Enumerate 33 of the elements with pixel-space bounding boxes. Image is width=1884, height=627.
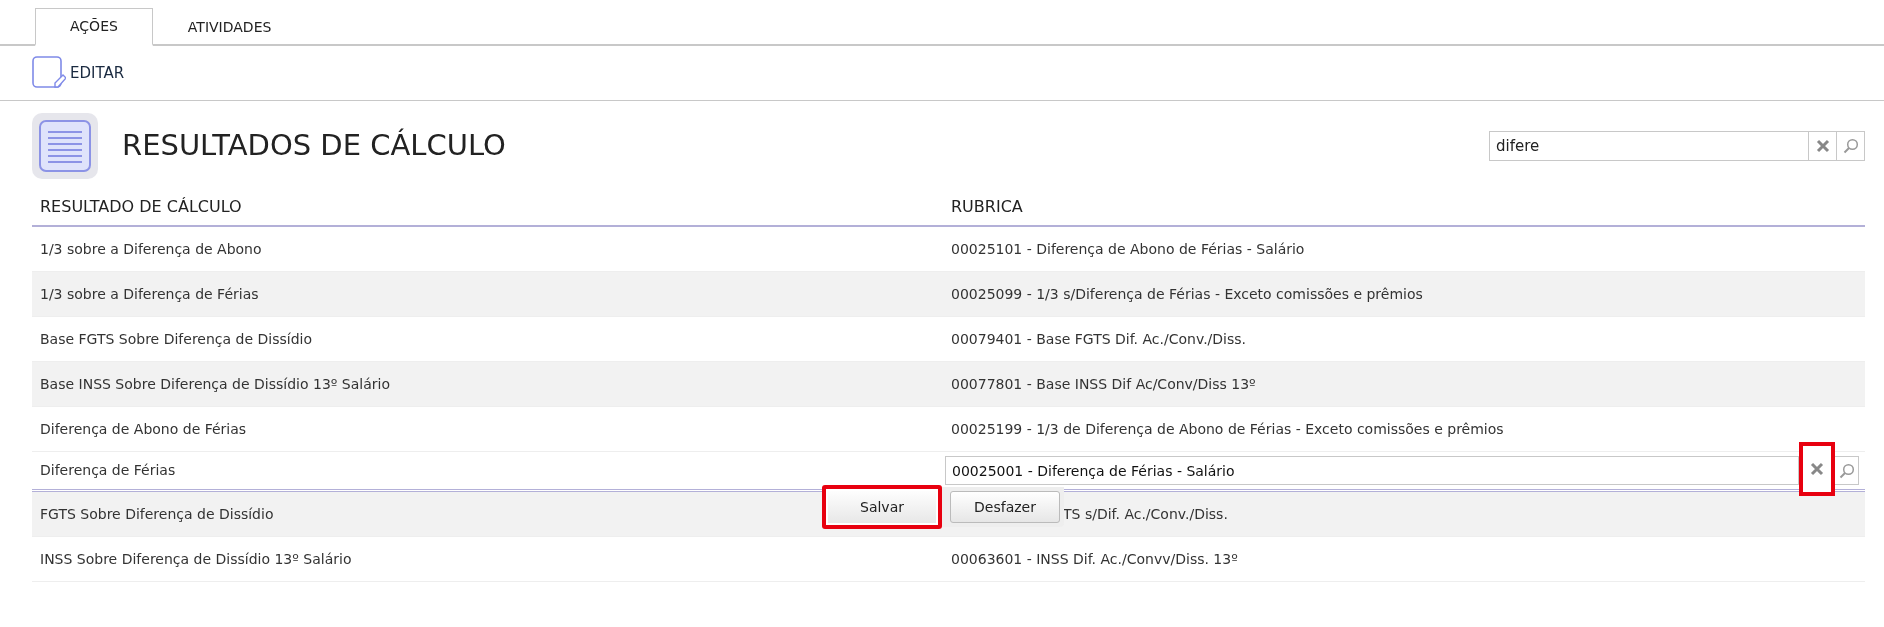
table-cell: 00025199 - 1/3 de Diferença de Abono de Férias - Exceto comissões e prêmios: [951, 420, 1504, 437]
table-cell: 00077801 - Base INSS Dif Ac/Conv/Diss 13º: [951, 375, 1256, 392]
rubrica-field[interactable]: 00025001 - Diferença de Férias - Salário: [945, 456, 1799, 485]
table-cell: FGTS Sobre Diferença de Dissídio: [40, 505, 274, 522]
table-cell: TS s/Dif. Ac./Conv./Diss.: [1063, 505, 1228, 522]
save-button[interactable]: Salvar: [822, 485, 942, 529]
tab[interactable]: AÇÕES: [35, 8, 153, 46]
undo-button[interactable]: Desfazer: [950, 491, 1060, 523]
table-cell: INSS Sobre Diferença de Dissídio 13º Salário: [40, 550, 352, 567]
clear-icon: [1815, 139, 1830, 153]
document-icon: [32, 113, 98, 179]
table-cell: 1/3 sobre a Diferença de Férias: [40, 285, 259, 302]
search-icon: [1842, 138, 1859, 154]
column-header: RUBRICA: [950, 196, 1024, 218]
table-cell: 00025101 - Diferença de Abono de Férias - Salário: [951, 240, 1305, 257]
table-cell: 00063601 - INSS Dif. Ac./Convv/Diss. 13º: [951, 550, 1238, 567]
tab[interactable]: ATIVIDADES: [152, 8, 307, 46]
column-header: RESULTADO DE CÁLCULO: [39, 196, 243, 218]
table-cell: Diferença de Abono de Férias: [40, 420, 247, 437]
search-box[interactable]: difere: [1489, 131, 1865, 161]
table-cell: Base INSS Sobre Diferença de Dissídio 13º Salário: [40, 375, 390, 392]
table-cell: Diferença de Férias: [40, 462, 176, 478]
search-button[interactable]: [1835, 456, 1859, 485]
table-cell: 00025099 - 1/3 s/Diferença de Férias - Exceto comissões e prêmios: [951, 285, 1423, 302]
edit-button[interactable]: EDITAR: [32, 56, 125, 90]
edit-icon: [32, 56, 66, 90]
search-icon: [1838, 462, 1855, 479]
clear-icon: [1810, 461, 1824, 476]
page-title: RESULTADOS DE CÁLCULO: [122, 127, 507, 165]
table-cell: 00079401 - Base FGTS Dif. Ac./Conv./Diss.: [951, 330, 1246, 347]
table-cell: 1/3 sobre a Diferença de Abono: [40, 240, 262, 257]
table-cell: Base FGTS Sobre Diferença de Dissídio: [40, 330, 312, 347]
clear-button[interactable]: [1799, 441, 1835, 496]
